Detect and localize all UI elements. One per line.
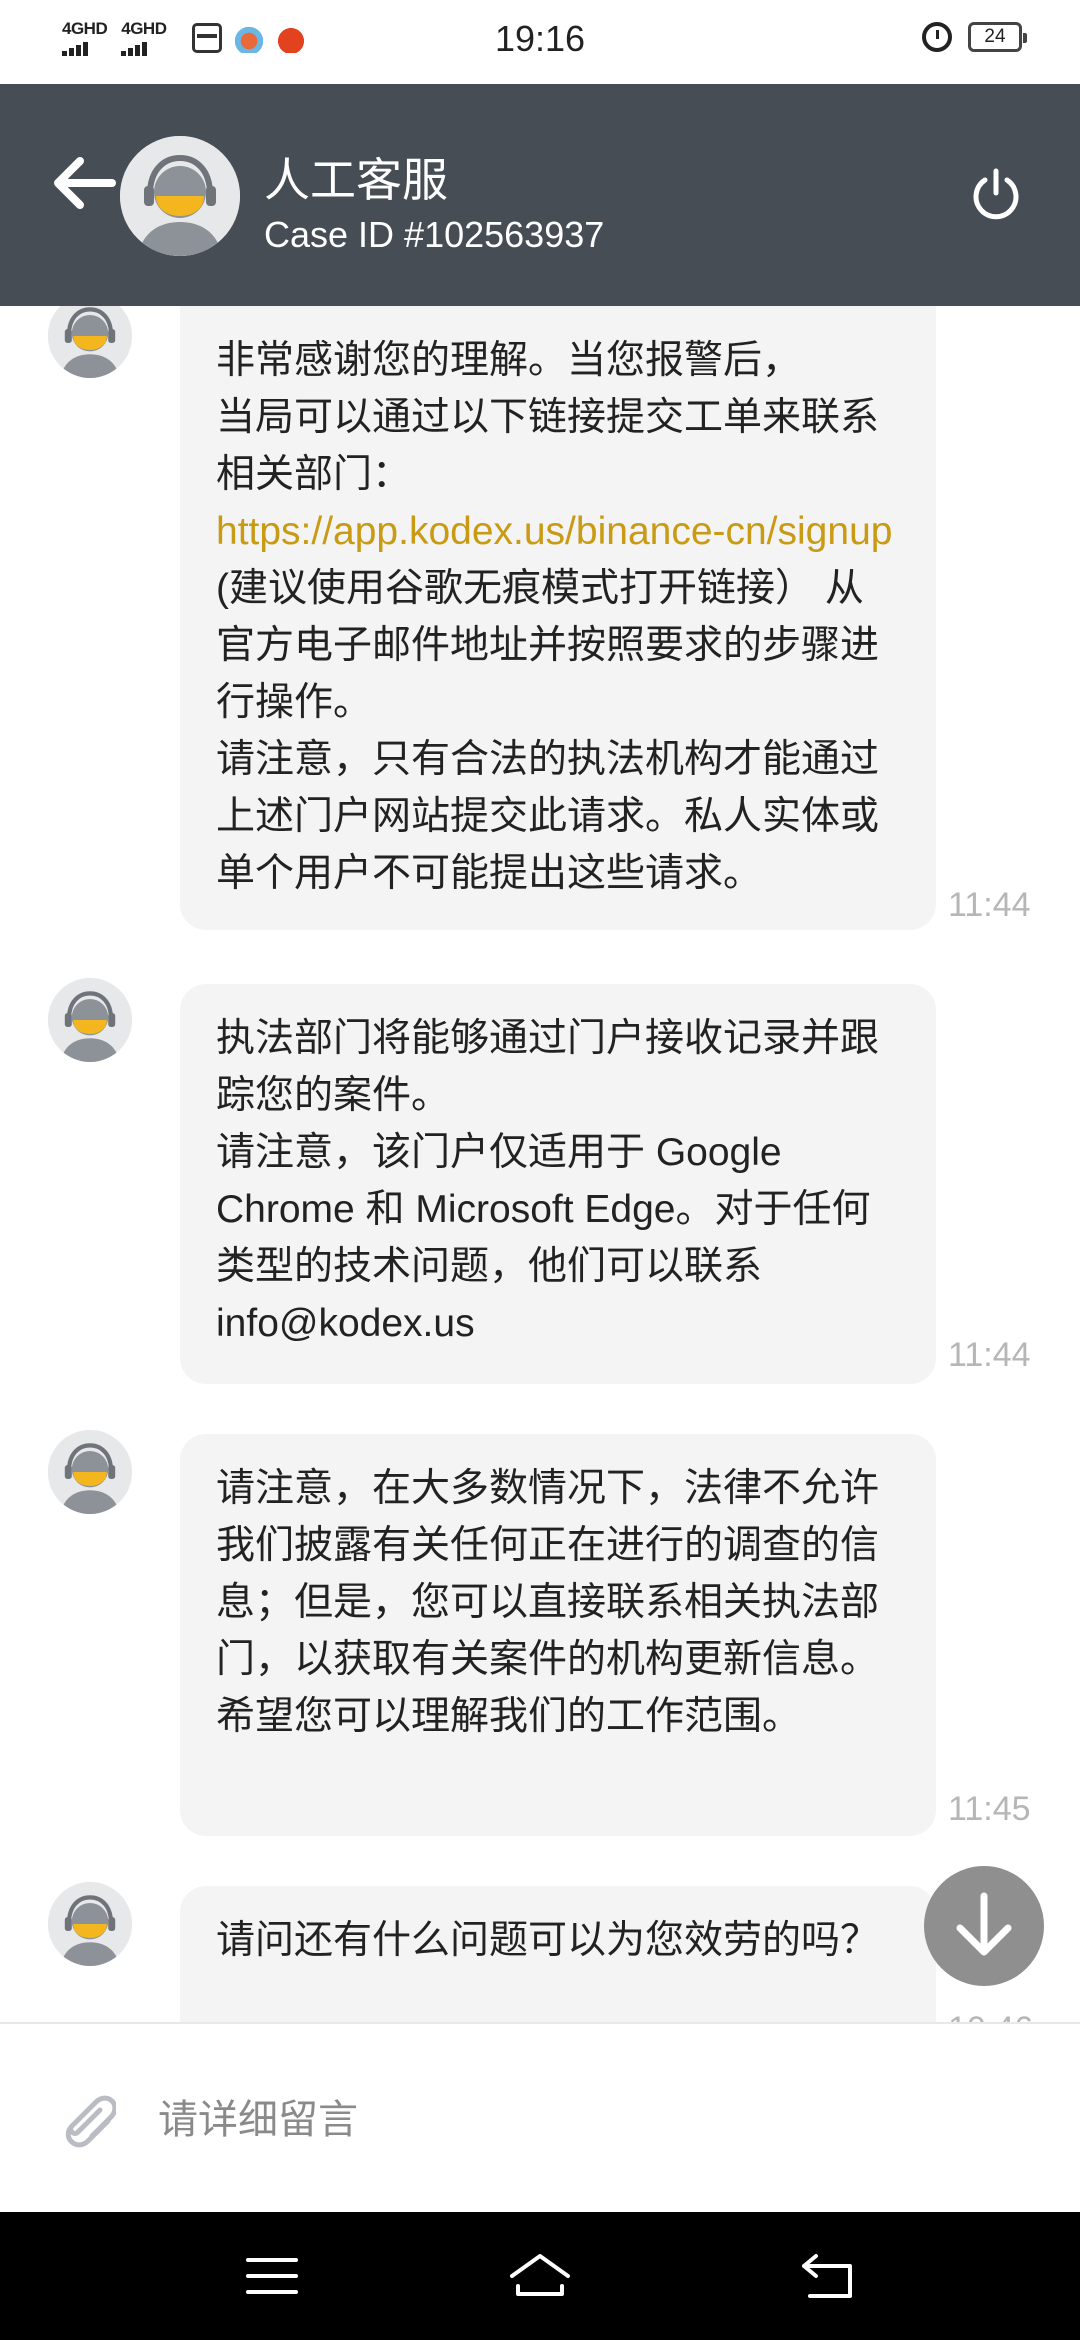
agent-avatar: [48, 978, 132, 1062]
paperclip-icon: [65, 2095, 118, 2148]
agent-avatar-icon: [48, 1430, 132, 1514]
system-nav-bar: [0, 2212, 1080, 2340]
nav-menu-button[interactable]: [240, 2246, 304, 2306]
composer: [0, 2022, 1080, 2212]
nav-back-button[interactable]: [796, 2246, 860, 2306]
scroll-to-bottom-button[interactable]: [924, 1866, 1080, 2026]
end-chat-button[interactable]: [968, 166, 1024, 222]
status-right: 24: [922, 22, 1027, 52]
message-time: 11:44: [948, 886, 1031, 924]
arrow-left-icon: [54, 157, 116, 209]
message-bubble: 执法部门将能够通过门户接收记录并跟踪您的案件。 请注意，该门户仅适用于 Goog…: [180, 984, 936, 1384]
back-button[interactable]: [50, 148, 120, 218]
agent-avatar-icon: [48, 306, 132, 378]
alarm-icon: [922, 22, 952, 52]
message-bubble: 请问还有什么问题可以为您效劳的吗？: [180, 1886, 936, 2022]
message-input[interactable]: [156, 2080, 1016, 2160]
agent-avatar-icon: [120, 136, 240, 256]
home-icon: [510, 2254, 570, 2296]
agent-avatar: [48, 1882, 132, 1966]
attach-button[interactable]: [52, 2088, 118, 2152]
message-time: 11:44: [948, 1336, 1031, 1374]
agent-avatar: [120, 136, 240, 256]
signup-link[interactable]: https://app.kodex.us/binance-cn/signup: [216, 510, 892, 553]
message-bubble: 请注意，在大多数情况下，法律不允许我们披露有关任何正在进行的调查的信息；但是，您…: [180, 1434, 936, 1836]
nav-home-button[interactable]: [508, 2246, 572, 2306]
message-text: 请注意，在大多数情况下，法律不允许我们披露有关任何正在进行的调查的信息；但是，您…: [216, 1467, 880, 1738]
message-list[interactable]: 非常感谢您的理解。当您报警后， 当局可以通过以下链接提交工单来联系相关部门： h…: [0, 306, 1080, 2022]
return-icon: [802, 2254, 852, 2298]
chat-title: 人工客服: [264, 154, 448, 206]
arrow-down-icon: [924, 1866, 1044, 1986]
message-bubble: 非常感谢您的理解。当您报警后， 当局可以通过以下链接提交工单来联系相关部门： h…: [180, 306, 936, 930]
message-text: 请问还有什么问题可以为您效劳的吗？: [216, 1919, 880, 1962]
status-clock: 19:16: [494, 18, 586, 59]
status-bar: 4GHD 4GHD 19:16 24: [0, 0, 1080, 84]
agent-avatar-icon: [48, 1882, 132, 1966]
power-icon: [973, 168, 1019, 220]
chat-header: 人工客服 Case ID #102563937: [0, 84, 1080, 306]
message-text: 执法部门将能够通过门户接收记录并跟踪您的案件。 请注意，该门户仅适用于 Goog…: [216, 1017, 880, 1345]
case-id: Case ID #102563937: [264, 214, 605, 255]
menu-icon: [246, 2258, 298, 2294]
message-text: (建议使用谷歌无痕模式打开链接） 从官方电子邮件地址并按照要求的步骤进行操作。 …: [216, 567, 880, 895]
message-time: 11:45: [948, 1790, 1031, 1828]
agent-avatar: [48, 306, 132, 378]
battery-icon: 24: [968, 22, 1027, 52]
agent-avatar: [48, 1430, 132, 1514]
message-text: 非常感谢您的理解。当您报警后， 当局可以通过以下链接提交工单来联系相关部门：: [216, 339, 880, 496]
agent-avatar-icon: [48, 978, 132, 1062]
